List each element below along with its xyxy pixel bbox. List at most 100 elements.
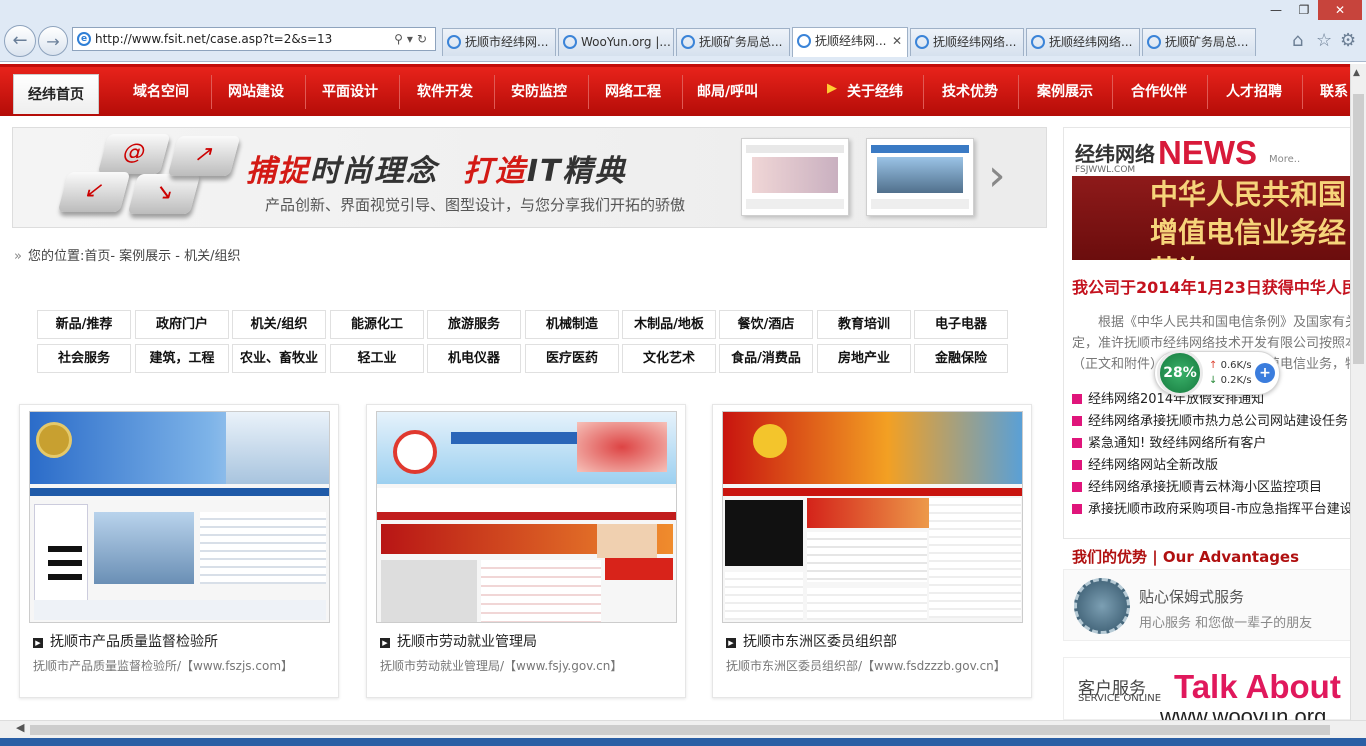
key-arrow-icon: ↙ [57, 172, 131, 212]
case-title[interactable]: ▶ 抚顺市劳动就业管理局 [380, 631, 537, 651]
nav-item-domain[interactable]: 域名空间 [133, 81, 189, 101]
case-card[interactable]: ▶ 抚顺市产品质量监督检验所 抚顺市产品质量监督检验所/【www.fszjs.co… [19, 404, 339, 698]
news-list-item[interactable]: 承接抚顺市政府采购项目-市应急指挥平台建设 [1072, 498, 1353, 517]
category-link[interactable]: 轻工业 [330, 344, 424, 373]
category-link[interactable]: 餐饮/酒店 [719, 310, 813, 339]
nav-divider [399, 75, 400, 109]
case-thumbnail[interactable] [376, 411, 677, 623]
nav-item-network[interactable]: 网络工程 [605, 81, 661, 101]
breadcrumb-text[interactable]: 您的位置:首页- 案例展示 - 机关/组织 [28, 249, 241, 264]
hero-banner: @ ↙ ↘ ↗ 捕捉时尚理念 打造IT精典 产品创新、界面视觉引导、图型设计，与… [12, 127, 1047, 228]
category-link[interactable]: 机电仪器 [427, 344, 521, 373]
nav-item-security[interactable]: 安防监控 [511, 81, 567, 101]
category-link[interactable]: 电子电器 [914, 310, 1008, 339]
category-link[interactable]: 木制品/地板 [622, 310, 716, 339]
plus-icon[interactable]: + [1255, 363, 1275, 383]
category-link[interactable]: 建筑，工程 [135, 344, 229, 373]
category-link[interactable]: 食品/消费品 [719, 344, 813, 373]
advantages-title: 贴心保姆式服务 [1139, 588, 1245, 606]
scroll-up-icon[interactable]: ▲ [1353, 68, 1360, 78]
gear-icon[interactable]: ⚙ [1340, 30, 1356, 51]
tab-icon [1031, 35, 1045, 49]
nav-divider [1207, 75, 1208, 109]
case-thumbnail[interactable] [722, 411, 1023, 623]
talk-about-text[interactable]: Talk About [1174, 668, 1341, 706]
category-link[interactable]: 能源化工 [330, 310, 424, 339]
tab-label: 抚顺矿务局总... [699, 35, 783, 49]
banner-tagline: 产品创新、界面视觉引导、图型设计，与您分享我们开拓的骄傲 [265, 196, 686, 214]
news-list-item[interactable]: 经纬网络承接抚顺市热力总公司网站建设任务 [1072, 410, 1348, 429]
back-button[interactable]: ← [4, 25, 36, 57]
case-card[interactable]: ▶ 抚顺市劳动就业管理局 抚顺市劳动就业管理局/【www.fsjy.gov.cn】 [366, 404, 686, 698]
category-link[interactable]: 旅游服务 [427, 310, 521, 339]
scrollbar-thumb[interactable] [1353, 94, 1364, 364]
tab-icon [681, 35, 695, 49]
nav-item-contact[interactable]: 联系 [1320, 81, 1348, 101]
news-more-link[interactable]: More.. [1269, 154, 1300, 165]
case-thumbnail[interactable] [29, 411, 330, 623]
category-link[interactable]: 医疗医药 [525, 344, 619, 373]
tab-icon [447, 35, 461, 49]
close-window-button[interactable]: ✕ [1318, 0, 1362, 20]
tab-3[interactable]: 抚顺矿务局总... [676, 28, 790, 56]
horizontal-scrollbar[interactable]: ◀ [0, 720, 1366, 738]
nav-item-cases[interactable]: 案例展示 [1037, 81, 1093, 101]
case-title[interactable]: ▶ 抚顺市东洲区委员组织部 [726, 631, 897, 651]
network-speed-widget[interactable]: 28% ↑ 0.6K/s ↓ 0.2K/s + [1154, 350, 1280, 396]
category-link[interactable]: 教育培训 [817, 310, 911, 339]
scrollbar-thumb[interactable] [30, 725, 1330, 735]
slogan-text: 时尚理念 [310, 154, 438, 189]
nav-item-tech[interactable]: 技术优势 [942, 81, 998, 101]
tab-4-active[interactable]: 抚顺经纬网... ✕ [792, 27, 908, 57]
tab-5[interactable]: 抚顺经纬网络... [910, 28, 1024, 56]
slogan-verb: 打造 [462, 154, 527, 189]
forward-button[interactable]: → [38, 26, 68, 56]
case-title-text[interactable]: 抚顺市劳动就业管理局 [397, 634, 537, 650]
tab-6[interactable]: 抚顺经纬网络... [1026, 28, 1140, 56]
category-link[interactable]: 房地产业 [817, 344, 911, 373]
category-link[interactable]: 社会服务 [37, 344, 131, 373]
search-icon[interactable]: ⚲▾↻ [394, 28, 431, 50]
minimize-button[interactable]: — [1262, 0, 1290, 20]
key-arrow-icon: ↗ [167, 136, 241, 176]
tab-1[interactable]: 抚顺市经纬网... [442, 28, 556, 56]
vertical-scrollbar[interactable]: ▲ [1350, 64, 1366, 720]
news-list-item[interactable]: 经纬网络承接抚顺青云林海小区监控项目 [1072, 476, 1322, 495]
nav-item-about[interactable]: 关于经纬 [847, 81, 903, 101]
close-tab-icon[interactable]: ✕ [892, 28, 902, 54]
banner-next-arrow-icon[interactable]: › [988, 150, 1006, 201]
maximize-button[interactable]: ❐ [1290, 0, 1318, 20]
address-bar[interactable]: e http://www.fsit.net/case.asp?t=2&s=13 … [72, 27, 436, 51]
news-list-item[interactable]: 经纬网络网站全新改版 [1072, 454, 1218, 473]
nav-item-jobs[interactable]: 人才招聘 [1226, 81, 1282, 101]
nav-item-mail[interactable]: 邮局/呼叫 [697, 81, 758, 101]
news-list-item[interactable]: 紧急通知! 致经纬网络所有客户 [1072, 432, 1266, 451]
category-link[interactable]: 文化艺术 [622, 344, 716, 373]
tab-2[interactable]: WooYun.org |... [558, 28, 674, 56]
case-title-text[interactable]: 抚顺市东洲区委员组织部 [743, 634, 897, 650]
category-link[interactable]: 农业、畜牧业 [232, 344, 326, 373]
nav-home[interactable]: 经纬首页 [13, 74, 99, 114]
guarantee-badge-icon [1074, 578, 1130, 634]
category-link[interactable]: 机关/组织 [232, 310, 326, 339]
scroll-left-icon[interactable]: ◀ [16, 721, 24, 734]
news-headline[interactable]: 我公司于2014年1月23日获得中华人民 [1072, 274, 1352, 298]
banner-site-screenshot [866, 138, 974, 216]
tab-label: WooYun.org |... [581, 35, 671, 49]
category-link[interactable]: 政府门户 [135, 310, 229, 339]
category-link[interactable]: 新品/推荐 [37, 310, 131, 339]
tab-7[interactable]: 抚顺矿务局总... [1142, 28, 1256, 56]
nav-item-graphic[interactable]: 平面设计 [322, 81, 378, 101]
nav-item-website[interactable]: 网站建设 [228, 81, 284, 101]
category-link[interactable]: 金融保险 [914, 344, 1008, 373]
news-feature-image[interactable]: 中华人民共和国增值电信业务经营许 [1072, 176, 1352, 260]
case-title[interactable]: ▶ 抚顺市产品质量监督检验所 [33, 631, 218, 651]
nav-item-software[interactable]: 软件开发 [417, 81, 473, 101]
case-title-text[interactable]: 抚顺市产品质量监督检验所 [50, 634, 218, 650]
category-link[interactable]: 机械制造 [525, 310, 619, 339]
case-card[interactable]: ▶ 抚顺市东洲区委员组织部 抚顺市东洲区委员组织部/【www.fsdzzzb.go… [712, 404, 1032, 698]
home-icon[interactable]: ⌂ [1292, 30, 1303, 51]
browser-chrome: ← → e http://www.fsit.net/case.asp?t=2&s… [0, 0, 1366, 62]
nav-item-partners[interactable]: 合作伙伴 [1131, 81, 1187, 101]
favorites-star-icon[interactable]: ☆ [1316, 30, 1332, 51]
